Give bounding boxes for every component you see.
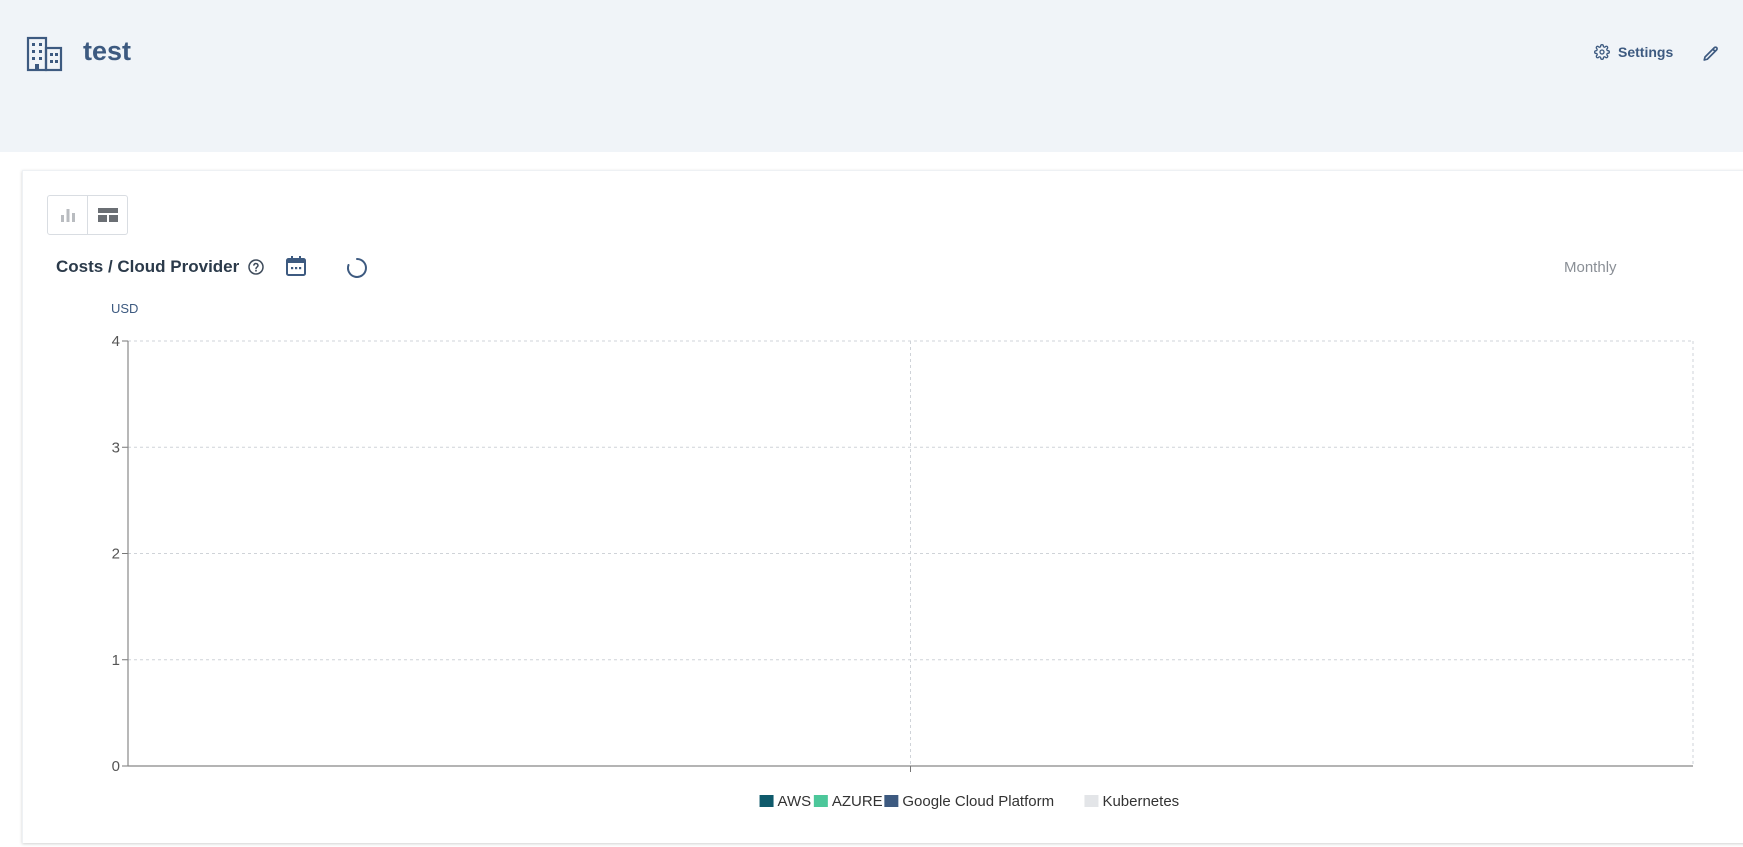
- legend-swatch: [884, 795, 899, 807]
- y-axis-unit-label: USD: [111, 301, 138, 316]
- header-bar: test Settings: [0, 0, 1743, 152]
- legend-label: Google Cloud Platform: [902, 793, 1054, 810]
- legend-item[interactable]: AWS: [759, 793, 812, 810]
- settings-label: Settings: [1618, 44, 1674, 60]
- y-tick-label: 2: [112, 546, 120, 563]
- legend-label: AZURE: [832, 793, 883, 810]
- y-tick-label: 4: [112, 333, 120, 350]
- building-icon: [26, 36, 63, 72]
- pencil-icon[interactable]: [1702, 45, 1720, 63]
- cost-bar-chart: USD 0 1 2 3 4 AWS AZURE Google Cloud Platform K…: [111, 301, 1694, 810]
- legend-swatch: [813, 795, 828, 807]
- y-tick-label: 0: [112, 758, 120, 775]
- legend-swatch: [759, 795, 774, 807]
- gear-icon: [1594, 44, 1610, 60]
- legend-item[interactable]: Google Cloud Platform: [884, 793, 1054, 810]
- y-tick-label: 3: [112, 439, 120, 456]
- legend-item[interactable]: Kubernetes: [1084, 793, 1179, 810]
- legend-label: Kubernetes: [1102, 793, 1179, 810]
- cost-chart-card: Costs / Cloud Provider Monthly USD 01234…: [22, 170, 1743, 843]
- y-tick-label: 1: [112, 652, 120, 669]
- legend-label: AWS: [778, 793, 812, 810]
- legend-item[interactable]: AZURE: [813, 793, 883, 810]
- page-title: test: [83, 36, 132, 66]
- legend-swatch: [1084, 795, 1099, 807]
- settings-button[interactable]: Settings: [1594, 44, 1673, 60]
